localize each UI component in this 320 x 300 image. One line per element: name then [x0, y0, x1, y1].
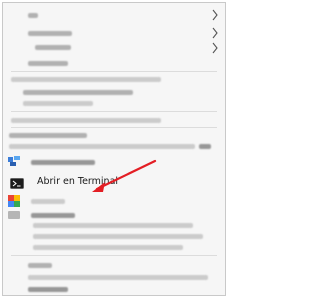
- terminal-icon: [10, 178, 24, 189]
- app-icon: [8, 195, 20, 207]
- menu-item-blurred[interactable]: [23, 101, 93, 106]
- menu-item-blurred[interactable]: [28, 275, 208, 280]
- menu-item-blurred[interactable]: [28, 13, 38, 18]
- menu-item-blurred[interactable]: [28, 263, 52, 268]
- menu-item-blurred[interactable]: [23, 90, 133, 95]
- menu-separator: [11, 71, 217, 72]
- chevron-right-icon: [212, 9, 218, 21]
- menu-separator: [11, 127, 217, 128]
- menu-item-blurred[interactable]: [28, 287, 68, 292]
- menu-separator: [11, 111, 217, 112]
- menu-item-blurred[interactable]: [28, 61, 68, 66]
- app-icon: [8, 156, 20, 166]
- menu-item-blurred[interactable]: [35, 45, 71, 50]
- menu-item-blurred[interactable]: [11, 118, 161, 123]
- menu-item-blurred[interactable]: [33, 223, 193, 228]
- chevron-right-icon: [212, 27, 218, 39]
- menu-item-blurred[interactable]: [9, 133, 87, 138]
- chevron-right-icon: [212, 42, 218, 54]
- menu-item-blurred[interactable]: [28, 31, 72, 36]
- menu-item-blurred[interactable]: [31, 199, 65, 204]
- menu-item-blurred[interactable]: [11, 77, 161, 82]
- menu-item-blurred[interactable]: [31, 213, 75, 218]
- menu-item-shortcut-blurred: [199, 144, 211, 149]
- context-menu: Abrir en Terminal: [2, 2, 226, 296]
- menu-item-blurred[interactable]: [9, 144, 195, 149]
- annotation-arrow-icon: [92, 159, 157, 192]
- menu-separator: [11, 255, 217, 256]
- menu-item-blurred[interactable]: [33, 245, 183, 250]
- menu-item-blurred[interactable]: [33, 234, 203, 239]
- app-icon: [8, 211, 20, 219]
